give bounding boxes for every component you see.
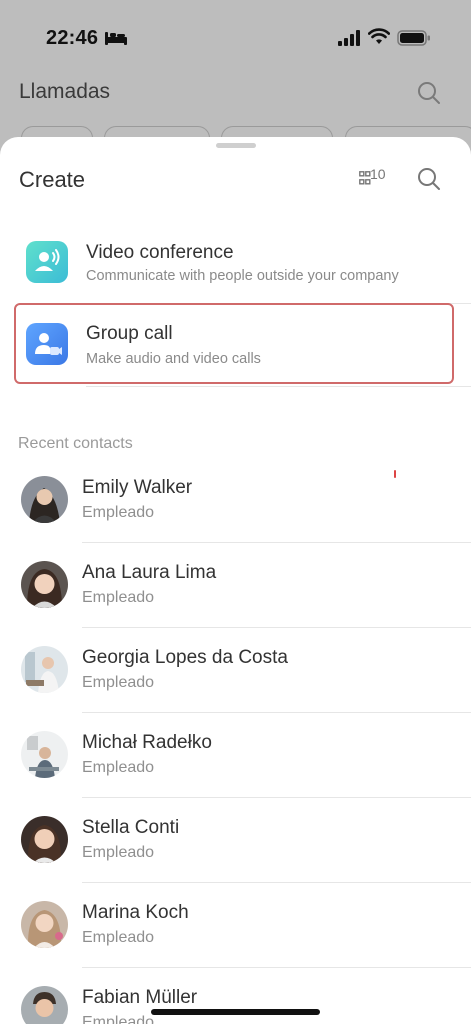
contact-role: Empleado xyxy=(82,759,155,776)
contact-role: Empleado xyxy=(82,504,155,521)
sheet-grabber[interactable] xyxy=(216,143,256,148)
avatar xyxy=(21,561,68,608)
contact-name: Fabian Müller xyxy=(82,987,198,1008)
option-subtitle: Communicate with people outside your com… xyxy=(86,268,399,284)
contact-name: Emily Walker xyxy=(82,477,193,498)
contact-row[interactable]: Ana Laura Lima Empleado xyxy=(0,560,471,645)
qr-scan-button[interactable]: 10 xyxy=(359,166,387,193)
divider xyxy=(86,386,471,387)
sheet-title: Create xyxy=(19,167,86,192)
contact-name: Marina Koch xyxy=(82,902,189,923)
recent-contacts-label: Recent contacts xyxy=(18,435,133,452)
contact-row[interactable]: Georgia Lopes da Costa Empleado xyxy=(0,645,471,730)
option-title: Video conference xyxy=(86,242,234,263)
contact-row[interactable]: Fabian Müller Empleado xyxy=(0,985,471,1024)
contact-name: Stella Conti xyxy=(82,817,180,838)
contact-role: Empleado xyxy=(82,844,155,861)
contact-role: Empleado xyxy=(82,674,155,691)
contact-row[interactable]: Marina Koch Empleado xyxy=(0,900,471,985)
cellular-signal-icon xyxy=(338,30,360,46)
selection-highlight xyxy=(14,303,454,384)
avatar xyxy=(21,901,68,948)
create-sheet: Create 10 Video conference Communicate w… xyxy=(0,137,471,1024)
avatar xyxy=(21,731,68,778)
sleep-focus-icon xyxy=(105,32,127,45)
qr-badge-count: 10 xyxy=(370,166,386,182)
contact-role: Empleado xyxy=(82,1014,155,1024)
avatar xyxy=(21,646,68,693)
status-bar: 22:46 xyxy=(0,0,471,78)
contact-row[interactable]: Emily Walker Empleado xyxy=(0,475,471,560)
contact-role: Empleado xyxy=(82,589,155,606)
divider xyxy=(82,967,471,968)
divider xyxy=(82,882,471,883)
divider xyxy=(82,542,471,543)
contact-name: Georgia Lopes da Costa xyxy=(82,647,288,668)
video-conference-icon xyxy=(26,241,68,283)
divider xyxy=(82,627,471,628)
contact-row[interactable]: Michał Radełko Empleado xyxy=(0,730,471,815)
wifi-icon xyxy=(368,28,390,44)
background-title: Llamadas xyxy=(19,80,111,103)
divider xyxy=(82,797,471,798)
contact-row[interactable]: Stella Conti Empleado xyxy=(0,815,471,900)
avatar xyxy=(21,816,68,863)
status-time: 22:46 xyxy=(46,27,99,49)
contact-name: Ana Laura Lima xyxy=(82,562,217,583)
search-icon[interactable] xyxy=(416,166,442,192)
battery-icon xyxy=(397,30,430,46)
divider xyxy=(82,712,471,713)
home-indicator[interactable] xyxy=(151,1009,320,1015)
contact-name: Michał Radełko xyxy=(82,732,212,753)
video-conference-option[interactable]: Video conference Communicate with people… xyxy=(0,225,471,307)
background-search-icon xyxy=(418,82,440,104)
avatar xyxy=(21,476,68,523)
contact-role: Empleado xyxy=(82,929,155,946)
avatar xyxy=(21,986,68,1024)
